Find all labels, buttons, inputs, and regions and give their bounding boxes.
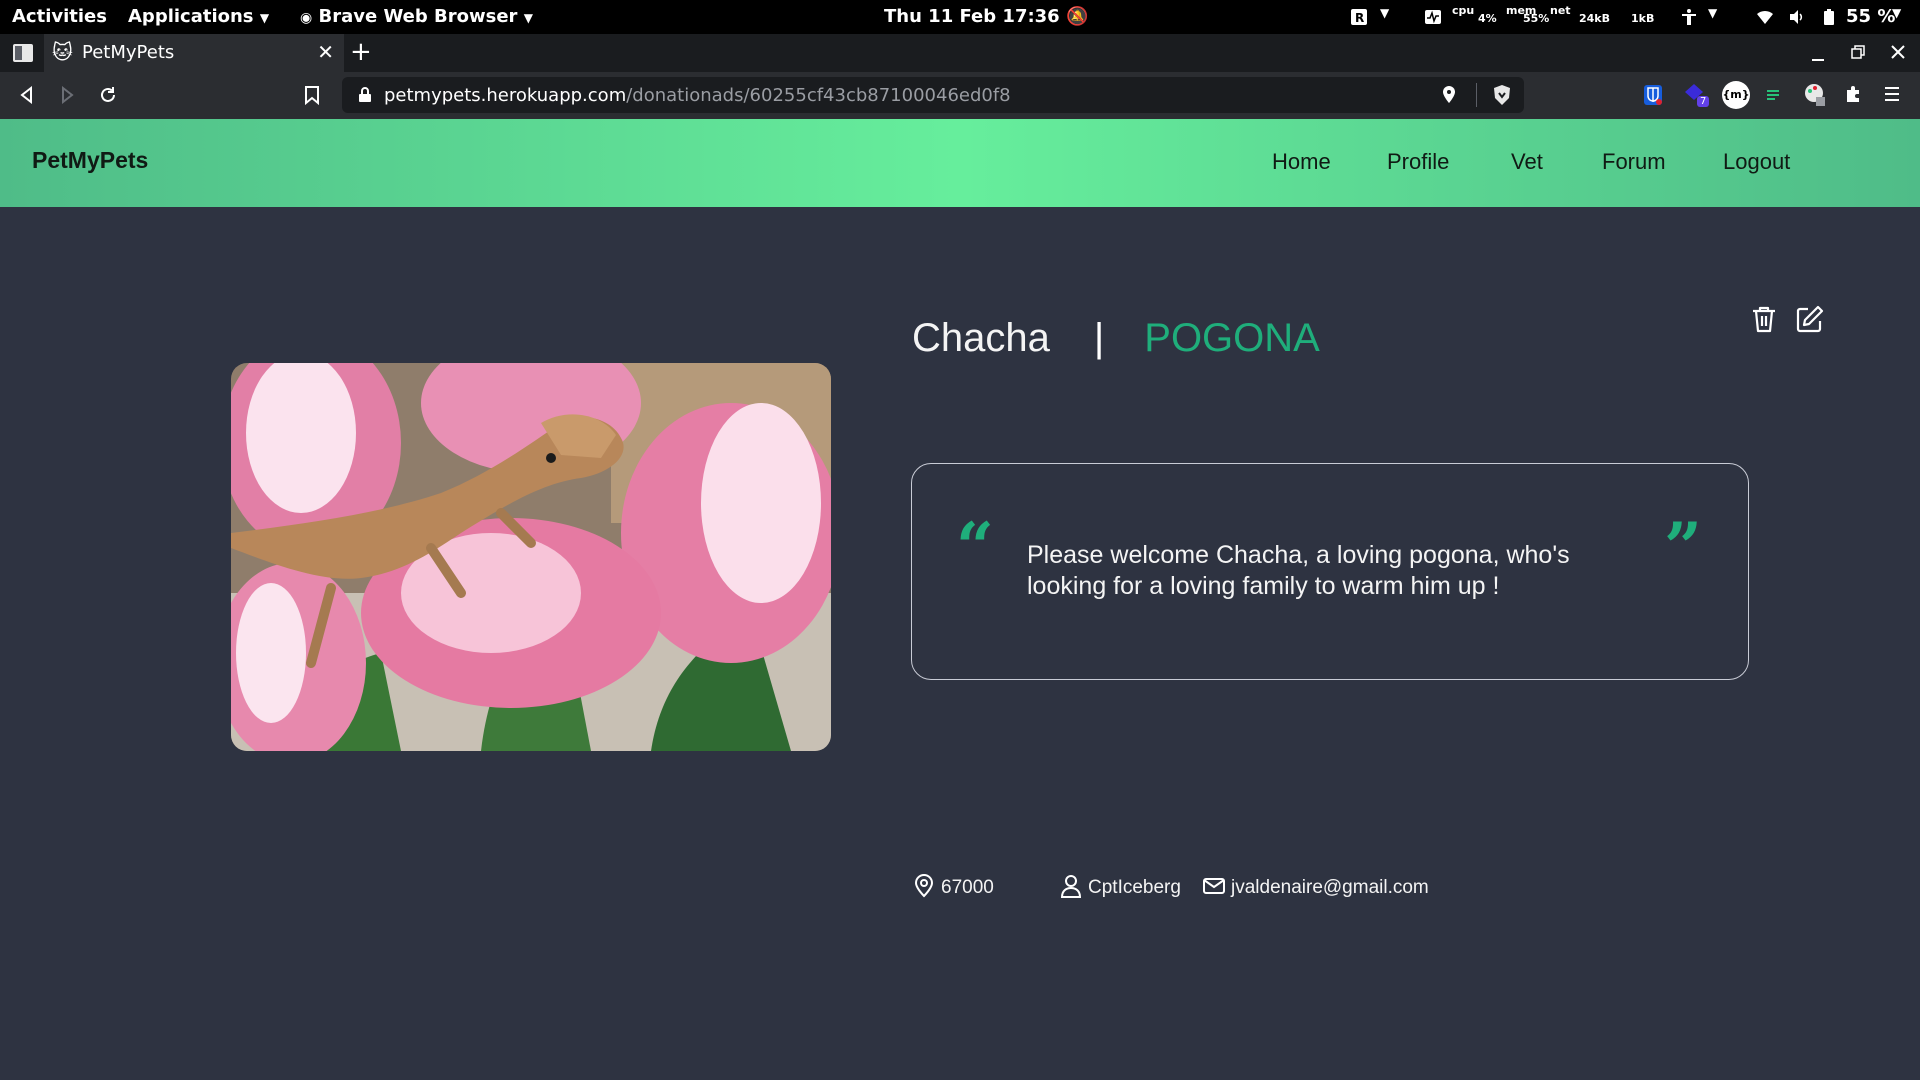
- nav-link-home[interactable]: Home: [1272, 149, 1331, 175]
- close-window-icon[interactable]: [1890, 44, 1906, 60]
- nav-link-logout[interactable]: Logout: [1723, 149, 1790, 175]
- open-quote-mark: “: [956, 508, 994, 586]
- keyboard-layout-icon[interactable]: R: [1350, 8, 1368, 26]
- restore-window-icon[interactable]: [1850, 44, 1866, 60]
- mem-value: 55%: [1523, 12, 1550, 25]
- chevron-down-icon[interactable]: ▼: [1892, 6, 1901, 20]
- user-icon: [1060, 875, 1082, 898]
- cpu-label: cpu: [1452, 4, 1475, 17]
- location-pin-icon: [914, 874, 934, 898]
- clock-label: Thu 11 Feb 17:36: [884, 6, 1060, 27]
- pet-photo-illustration: [231, 363, 831, 751]
- hamburger-menu-icon[interactable]: [1884, 86, 1900, 102]
- reader-lines-icon[interactable]: [1766, 88, 1780, 102]
- wifi-icon[interactable]: [1756, 8, 1774, 26]
- postal-code: 67000: [941, 877, 994, 898]
- nav-link-forum[interactable]: Forum: [1602, 149, 1666, 175]
- applications-menu[interactable]: Applications ▼: [128, 6, 269, 27]
- brave-icon: ◉: [300, 10, 313, 26]
- palette-extension-icon[interactable]: [1804, 83, 1826, 107]
- url-text: petmypets.herokuapp.com/donationads/6025…: [384, 85, 1011, 106]
- applications-label: Applications: [128, 6, 254, 27]
- browser-tab-strip: 🐱 PetMyPets ✕ +: [0, 34, 1920, 72]
- extensions-puzzle-icon[interactable]: [1844, 84, 1864, 104]
- net-up-value: 1kB: [1631, 12, 1655, 25]
- tab-petmypets[interactable]: 🐱 PetMyPets ✕: [44, 34, 344, 72]
- extension-badge: 7: [1697, 96, 1710, 107]
- reload-icon[interactable]: [98, 85, 118, 105]
- chevron-down-icon[interactable]: ▼: [1380, 6, 1389, 20]
- bitwarden-extension-icon[interactable]: [1643, 84, 1663, 106]
- clock[interactable]: Thu 11 Feb 17:36 🔕: [884, 6, 1088, 27]
- close-tab-icon[interactable]: ✕: [317, 40, 334, 64]
- battery-icon[interactable]: [1820, 8, 1838, 26]
- sidebar-toggle-icon[interactable]: [12, 43, 34, 63]
- bookmark-icon[interactable]: [304, 85, 320, 105]
- chevron-down-icon: ▼: [523, 11, 533, 25]
- svg-text:R: R: [1355, 11, 1364, 25]
- pet-name: Chacha: [912, 316, 1050, 360]
- net-down-value: 24kB: [1579, 12, 1611, 25]
- brave-shields-icon[interactable]: [1492, 84, 1512, 106]
- new-tab-button[interactable]: +: [350, 37, 372, 67]
- cat-favicon-icon: 🐱: [52, 40, 73, 64]
- edit-icon[interactable]: [1794, 303, 1826, 335]
- active-app-label: Brave Web Browser: [318, 6, 518, 27]
- pet-description: Please welcome Chacha, a loving pogona, …: [1027, 541, 1570, 600]
- forward-icon[interactable]: [58, 86, 76, 104]
- site-navbar: PetMyPets Home Profile Vet Forum Logout: [0, 119, 1920, 207]
- trash-icon[interactable]: [1748, 303, 1780, 335]
- back-icon[interactable]: [18, 86, 36, 104]
- minimize-window-icon[interactable]: [1810, 46, 1826, 62]
- address-bar-divider: [1476, 83, 1477, 107]
- heading-separator: |: [1093, 316, 1105, 360]
- owner-email[interactable]: jvaldenaire@gmail.com: [1231, 877, 1429, 898]
- activities-button[interactable]: Activities: [12, 6, 107, 27]
- extension-m-button[interactable]: {m}: [1722, 81, 1750, 109]
- address-bar[interactable]: petmypets.herokuapp.com/donationads/6025…: [342, 77, 1524, 113]
- email-info: jvaldenaire@gmail.com: [1203, 874, 1429, 899]
- description-card: “ Please welcome Chacha, a loving pogona…: [911, 463, 1749, 680]
- pet-photo: [231, 363, 831, 751]
- extension-with-badge[interactable]: 7: [1683, 82, 1710, 108]
- chevron-down-icon: ▼: [259, 11, 270, 25]
- browser-toolbar: petmypets.herokuapp.com/donationads/6025…: [0, 72, 1920, 119]
- lock-icon[interactable]: [358, 87, 372, 103]
- nav-link-vet[interactable]: Vet: [1511, 149, 1543, 175]
- url-path: /donationads/60255cf43cb87100046ed0f8: [626, 85, 1011, 106]
- net-label: net: [1550, 4, 1571, 17]
- cpu-value: 4%: [1478, 12, 1497, 25]
- chevron-down-icon[interactable]: ▼: [1708, 6, 1717, 20]
- pet-species: POGONA: [1144, 316, 1320, 360]
- location-pin-icon[interactable]: [1442, 86, 1456, 104]
- system-top-bar: Activities Applications ▼ ◉ Brave Web Br…: [0, 0, 1920, 34]
- site-brand[interactable]: PetMyPets: [32, 147, 148, 174]
- notifications-muted-icon: 🔕: [1066, 6, 1089, 27]
- mail-icon: [1203, 878, 1225, 894]
- nav-link-profile[interactable]: Profile: [1387, 149, 1449, 175]
- system-monitor-icon[interactable]: [1424, 8, 1442, 26]
- tab-title: PetMyPets: [82, 42, 175, 63]
- location-info: 67000: [913, 874, 994, 899]
- accessibility-icon[interactable]: [1680, 8, 1698, 26]
- url-host: petmypets.herokuapp.com: [384, 85, 627, 106]
- owner-info: CptIceberg: [1060, 874, 1181, 899]
- owner-username[interactable]: CptIceberg: [1088, 877, 1181, 898]
- close-quote-mark: ”: [1664, 508, 1702, 586]
- pet-heading: Chacha | POGONA: [912, 316, 1320, 361]
- battery-percentage: 55 %: [1846, 6, 1896, 27]
- volume-icon[interactable]: [1788, 8, 1806, 26]
- active-app-menu[interactable]: ◉ Brave Web Browser ▼: [300, 6, 533, 27]
